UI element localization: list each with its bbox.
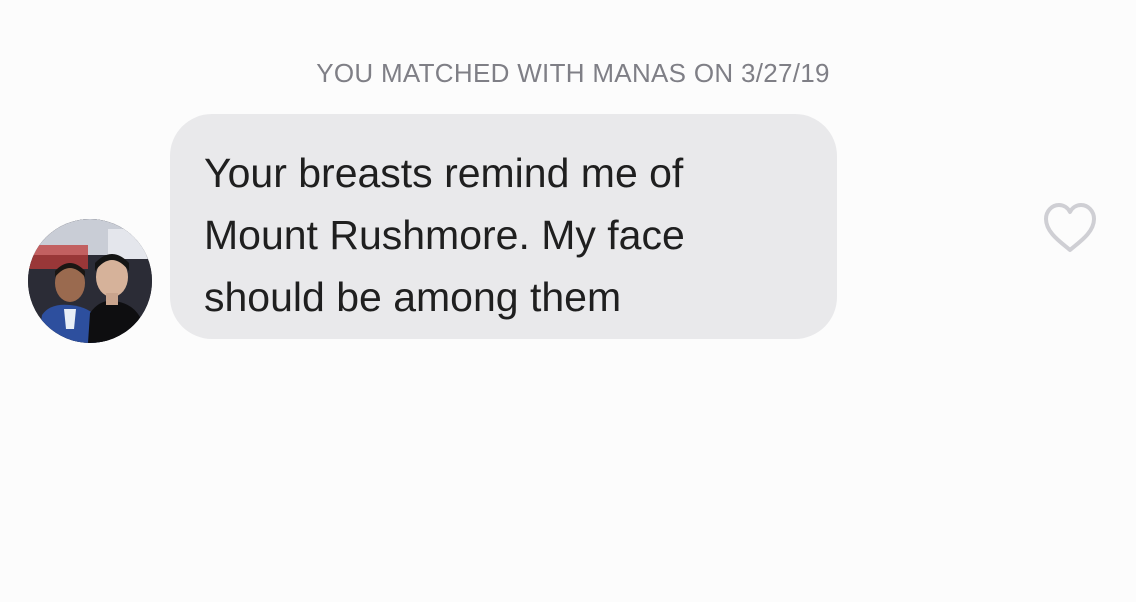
like-button[interactable] <box>1040 200 1100 256</box>
chat-screen: YOU MATCHED WITH MANAS ON 3/27/19 Your b… <box>0 0 1136 602</box>
heart-outline-icon <box>1044 203 1096 252</box>
profile-photo-icon <box>28 219 152 343</box>
message-row: Your breasts remind me of Mount Rushmore… <box>0 0 1136 602</box>
sender-avatar[interactable] <box>28 219 152 343</box>
message-bubble[interactable]: Your breasts remind me of Mount Rushmore… <box>170 114 837 339</box>
